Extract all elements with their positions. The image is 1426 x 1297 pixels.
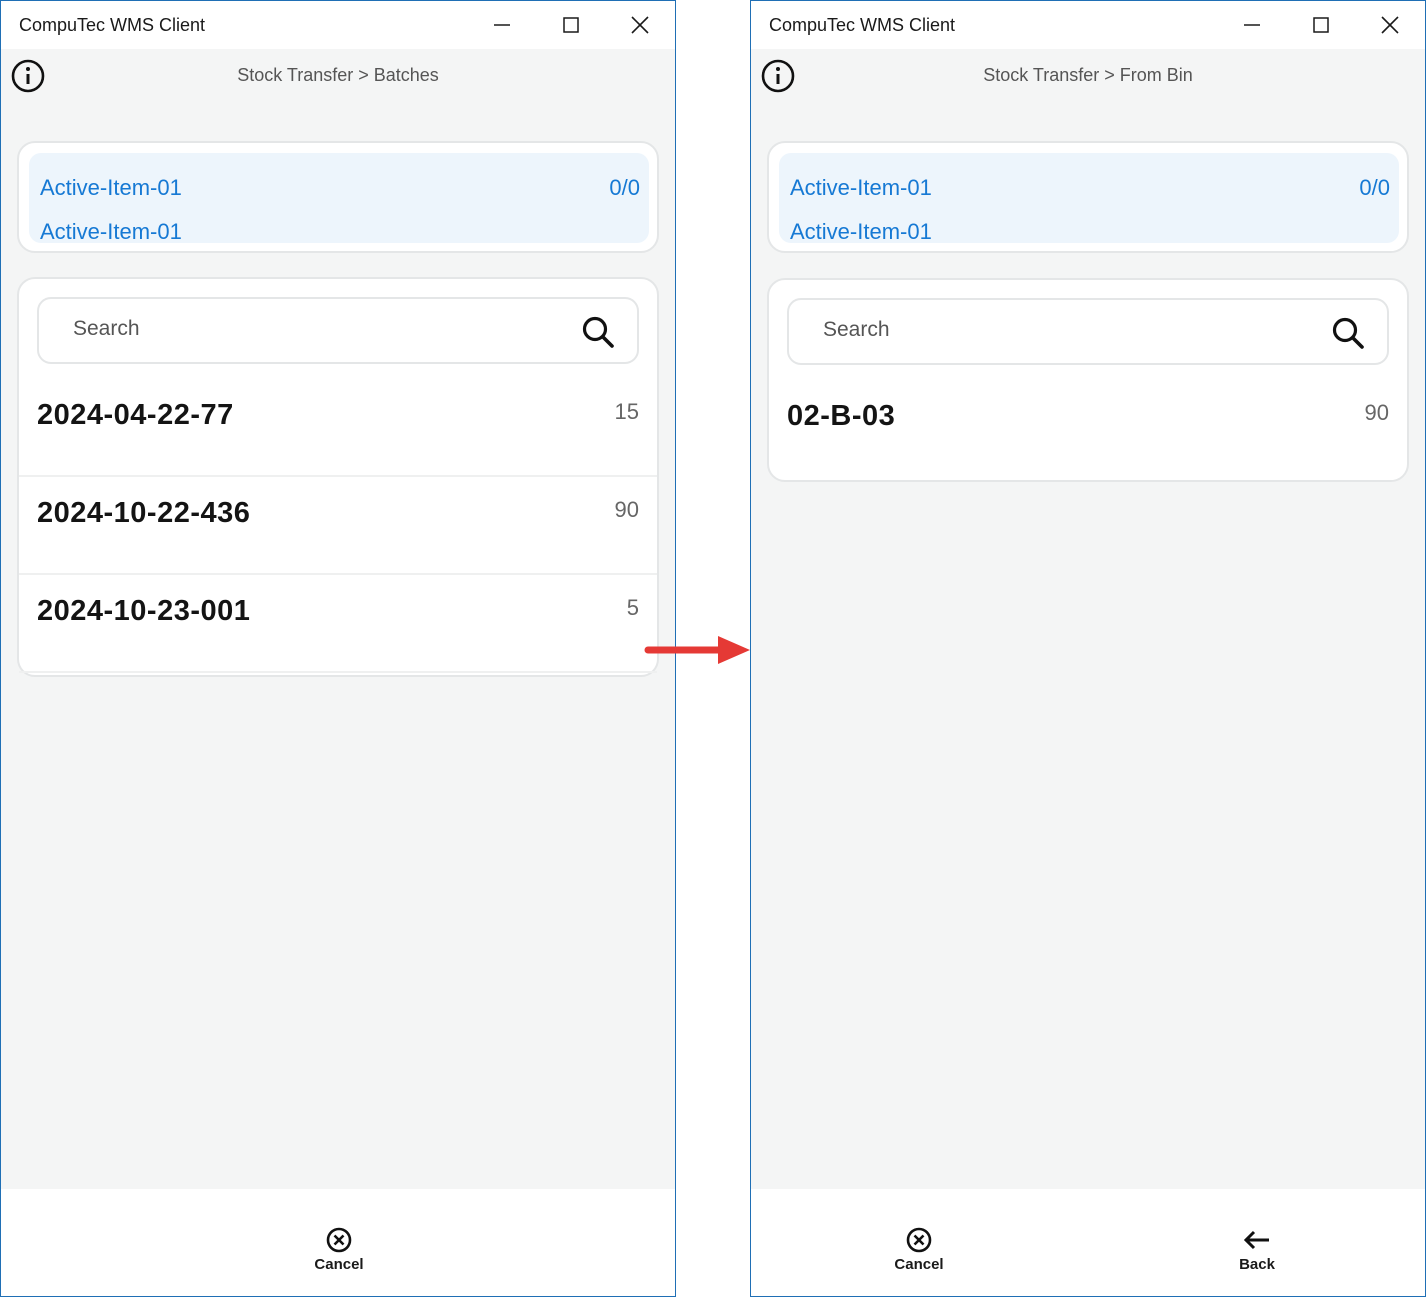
cancel-label: Cancel: [314, 1256, 364, 1273]
item-summary: Active-Item-01 0/0 Active-Item-01: [779, 153, 1399, 244]
list-item[interactable]: 02-B-03 90: [769, 380, 1407, 478]
title-bar: CompuTec WMS Client: [1, 1, 675, 49]
cancel-button[interactable]: Cancel: [299, 1227, 379, 1273]
search-icon[interactable]: [581, 315, 615, 349]
bin-code: 02-B-03: [787, 400, 896, 432]
batch-number: 2024-10-22-436: [37, 497, 251, 529]
list-item[interactable]: 2024-10-22-436 90: [19, 477, 657, 575]
maximize-icon: [563, 17, 579, 33]
minimize-icon: [494, 24, 510, 26]
batch-number: 2024-10-23-001: [37, 595, 251, 627]
footer-bar: Cancel Back: [751, 1189, 1425, 1296]
item-code: Active-Item-01: [790, 219, 932, 244]
cancel-label: Cancel: [894, 1256, 944, 1273]
batch-quantity: 15: [614, 399, 639, 424]
search-input[interactable]: [823, 318, 1243, 342]
batch-list-card: 2024-04-22-77 15 2024-10-22-436 90 2024-…: [17, 277, 659, 677]
item-code: Active-Item-01: [40, 219, 182, 244]
bin-list-card: 02-B-03 90: [767, 278, 1409, 482]
close-button[interactable]: [1367, 7, 1413, 43]
back-label: Back: [1239, 1256, 1275, 1273]
minimize-button[interactable]: [479, 7, 525, 43]
window-title: CompuTec WMS Client: [769, 15, 956, 35]
batch-quantity: 90: [614, 497, 639, 522]
item-summary-card: Active-Item-01 0/0 Active-Item-01: [17, 141, 659, 253]
item-count: 0/0: [609, 175, 640, 200]
maximize-icon: [1313, 17, 1329, 33]
close-icon: [631, 16, 649, 34]
maximize-button[interactable]: [1298, 7, 1344, 43]
item-name: Active-Item-01: [40, 175, 182, 200]
screen-header: Stock Transfer > Batches: [1, 53, 675, 99]
breadcrumb: Stock Transfer > Batches: [237, 65, 439, 85]
maximize-button[interactable]: [548, 7, 594, 43]
item-name: Active-Item-01: [790, 175, 932, 200]
x-circle-icon: [906, 1227, 932, 1253]
list-item[interactable]: 2024-04-22-77 15: [19, 379, 657, 477]
left-window: CompuTec WMS Client Stock Transfer > Bat…: [0, 0, 676, 1297]
list-item[interactable]: 2024-10-23-001 5: [19, 575, 657, 673]
breadcrumb: Stock Transfer > From Bin: [983, 65, 1193, 85]
search-input[interactable]: [73, 317, 493, 341]
close-button[interactable]: [617, 7, 663, 43]
item-summary-card: Active-Item-01 0/0 Active-Item-01: [767, 141, 1409, 253]
bin-quantity: 90: [1364, 400, 1389, 425]
arrow-left-icon: [1243, 1230, 1269, 1250]
minimize-icon: [1244, 24, 1260, 26]
cancel-button[interactable]: Cancel: [879, 1227, 959, 1273]
screen-header: Stock Transfer > From Bin: [751, 53, 1425, 99]
search-icon[interactable]: [1331, 316, 1365, 350]
item-count: 0/0: [1359, 175, 1390, 200]
right-window: CompuTec WMS Client Stock Transfer > Fro…: [750, 0, 1426, 1297]
back-button[interactable]: Back: [1217, 1227, 1297, 1273]
batch-number: 2024-04-22-77: [37, 399, 234, 431]
title-bar: CompuTec WMS Client: [751, 1, 1425, 49]
close-icon: [1381, 16, 1399, 34]
batch-quantity: 5: [626, 595, 639, 620]
search-box: [37, 297, 639, 364]
window-title: CompuTec WMS Client: [19, 15, 206, 35]
search-box: [787, 298, 1389, 365]
item-summary: Active-Item-01 0/0 Active-Item-01: [29, 153, 649, 244]
red-right-arrow-icon: [644, 636, 750, 664]
footer-bar: Cancel: [1, 1189, 675, 1296]
x-circle-icon: [326, 1227, 352, 1253]
minimize-button[interactable]: [1229, 7, 1275, 43]
